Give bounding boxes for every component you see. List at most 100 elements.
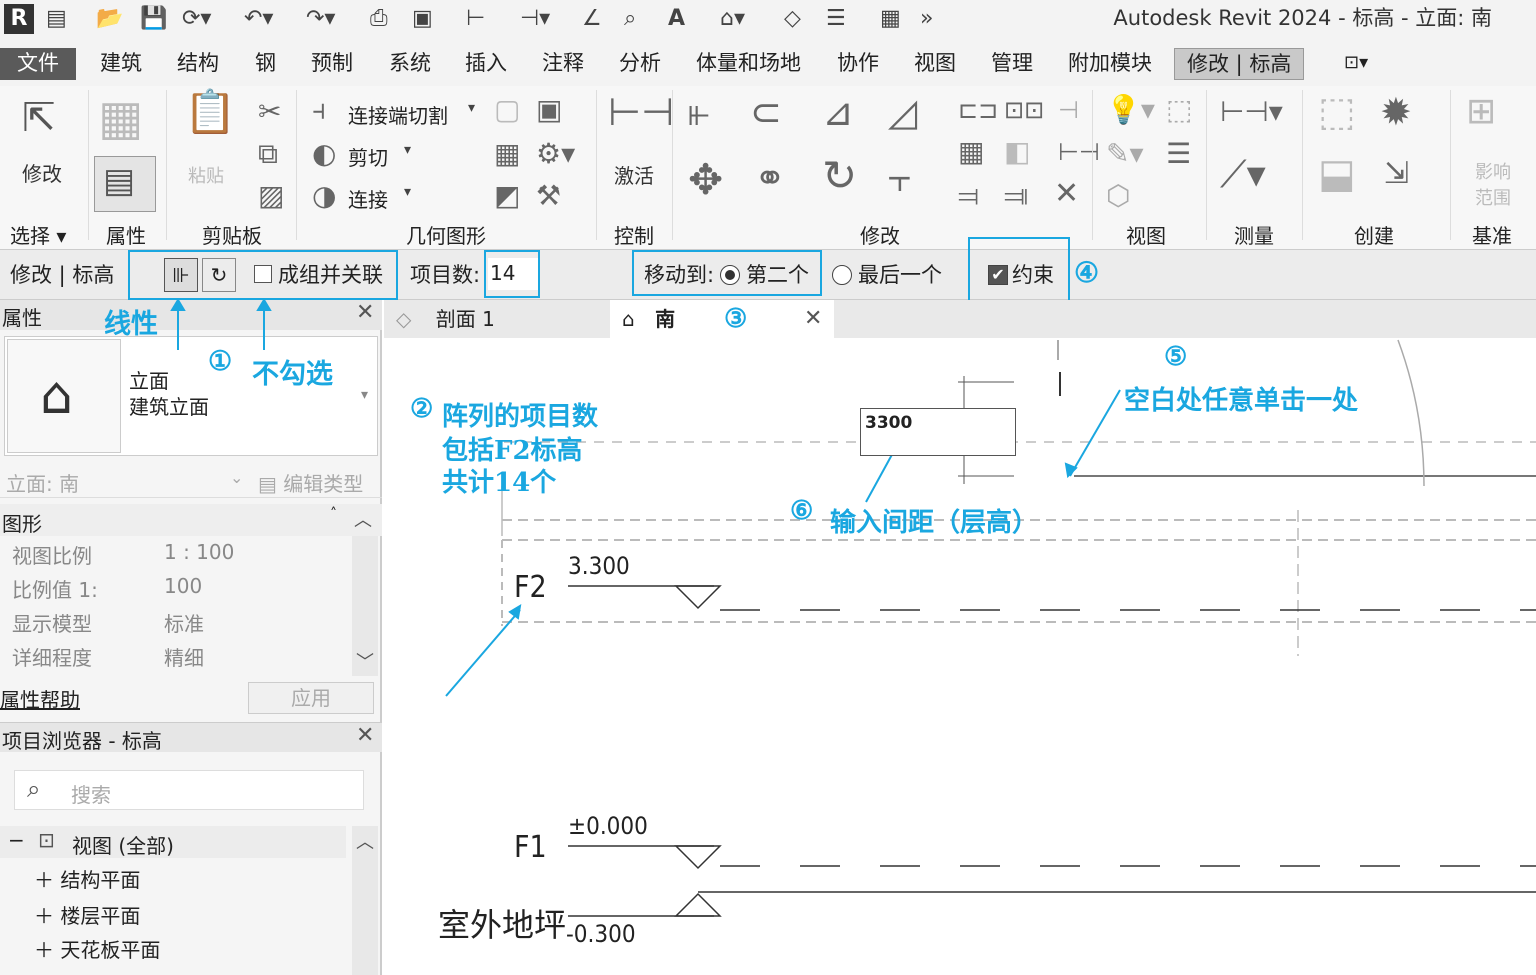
tab-steel[interactable]: 钢 [255,48,276,78]
array-icon[interactable]: ▦ [958,136,984,168]
print-icon[interactable]: ⎙ [370,6,388,32]
tab-analyze[interactable]: 分析 [619,48,661,78]
tab-architecture[interactable]: 建筑 [100,48,142,78]
rotate-icon[interactable]: ↻ [822,155,857,197]
level-name-f1[interactable]: F1 [514,830,547,865]
level-elev-f2[interactable]: 3.300 [568,552,630,580]
dimension-icon[interactable]: ⊣▾ [520,6,550,32]
expand-plus-icon[interactable]: ＋ [34,938,54,962]
apply-button[interactable]: 应用 [248,682,374,714]
redo-icon[interactable]: ↷▾ [306,6,335,32]
scroll-up-icon[interactable]: ︿ [356,828,374,854]
wall-joins-icon[interactable]: ▢ [494,94,520,126]
modify-button[interactable]: 修改 [22,158,62,187]
prop-row-detail-level[interactable]: 详细程度 精细 [0,638,346,672]
collapse-icon[interactable]: ˄ [330,506,337,522]
paste-icon[interactable]: 📋 [184,91,236,133]
level-name-outdoor[interactable]: 室外地坪 [438,900,566,946]
home-icon[interactable]: ▤ [46,6,67,32]
edit-type-button[interactable]: ▤ 编辑类型 [258,468,363,497]
create-group-icon[interactable]: ⇲ [1384,158,1409,190]
chevron-down-icon[interactable]: ▾ [404,142,411,158]
hide-icon[interactable]: 💡▾ [1106,94,1155,126]
expand-plus-icon[interactable]: ＋ [34,868,54,892]
hammer-icon[interactable]: ⚒ [536,180,561,212]
open-icon[interactable]: 📂 [96,6,123,32]
scroll-down-icon[interactable]: ﹀ [356,648,374,674]
type-properties-icon[interactable]: ▦ [98,92,143,144]
unpin-icon[interactable]: ⊢⊣ [1058,136,1100,168]
mirror-pick-icon[interactable]: ⊿ [822,93,854,131]
chevron-down-icon[interactable]: ▾ [404,184,411,200]
activate-button[interactable]: 激活 [614,160,654,189]
trim-multi-icon[interactable]: ⫥ [1004,180,1028,212]
create-parts-icon[interactable]: ⬓ [1318,154,1356,194]
tab-massing-site[interactable]: 体量和场地 [696,48,801,78]
graphics-group-header[interactable]: 图形 ˄ ︿ [0,504,382,536]
level-elev-outdoor[interactable]: -0.300 [566,920,636,948]
ribbon-toggle-icon[interactable]: ⊡▾ [1344,48,1368,78]
spot-icon[interactable]: ∠ [582,6,602,32]
copy-icon[interactable]: ⧉ [258,138,278,170]
align-icon[interactable]: ⫦ [688,93,709,131]
collapse-minus-icon[interactable]: − [8,828,25,852]
cut-geometry-icon[interactable]: ◐ [312,138,336,170]
save-icon[interactable]: 💾 [140,6,167,32]
cut-label[interactable]: 剪切 [348,142,388,171]
expand-plus-icon[interactable]: ＋ [34,904,54,928]
prop-row-display-model[interactable]: 显示模型 标准 [0,604,346,638]
join-geometry-icon[interactable]: ◑ [312,180,336,212]
tree-item-floor-plans[interactable]: ＋ 楼层平面 [34,900,140,929]
thin-lines-icon[interactable]: ☰ [826,6,846,32]
chevron-down-icon[interactable]: ⌄ [230,468,243,487]
section-icon[interactable]: ◇ [784,6,801,32]
split-gap-icon[interactable]: ⊡⊡ [1004,94,1044,126]
join-end-cut-icon[interactable]: ⫞ [312,94,326,126]
chevron-down-icon[interactable]: ▾ [361,387,368,403]
pin-icon[interactable]: ⊣ [1058,94,1079,126]
match-properties-icon[interactable]: ▨ [258,180,284,212]
level-elev-f1[interactable]: ±0.000 [568,812,648,840]
copy-elements-icon[interactable]: ⚭ [754,159,786,197]
create-similar-icon[interactable]: ✹ [1380,93,1412,131]
tab-insert[interactable]: 插入 [465,48,507,78]
panel-select[interactable]: 选择 ▾ [10,220,66,249]
tab-view[interactable]: 视图 [914,48,956,78]
cursor-icon[interactable]: ⇱ [22,96,56,140]
browser-search-input[interactable]: ⌕ 搜索 [14,770,364,810]
tab-modify-levels[interactable]: 修改 | 标高 [1174,48,1305,80]
properties-button[interactable]: ▤ [94,156,156,212]
selection-box-icon[interactable]: ⬡ [1106,180,1130,212]
tree-root-views[interactable]: − ⊡ 视图 (全部) [0,826,346,858]
move-to-last-radio[interactable] [832,265,852,285]
default-3d-icon[interactable]: ⌂▾ [720,6,745,32]
lines-icon[interactable]: ☰ [1166,138,1191,170]
remove-paint-icon[interactable]: ◩ [494,180,520,212]
join-label[interactable]: 连接 [348,184,388,213]
measure-icon[interactable]: ⊢ [466,6,485,32]
undo-icon[interactable]: ↶▾ [244,6,273,32]
move-icon[interactable]: ✥ [688,159,723,201]
mirror-draw-icon[interactable]: ◿ [888,93,917,131]
close-icon[interactable]: ✕ [356,723,374,748]
influence-button[interactable]: 影响 范围 [1470,160,1516,212]
cut-join-label[interactable]: 连接端切割 [348,100,448,129]
scope-box-icon[interactable]: ⊞ [1466,94,1496,130]
cut-scissors-icon[interactable]: ✂ [258,96,281,128]
tab-systems[interactable]: 系统 [389,48,431,78]
scale-icon[interactable]: ◧ [1004,136,1030,168]
tab-precast[interactable]: 预制 [311,48,353,78]
prop-row-scale-value[interactable]: 比例值 1: 100 [0,570,346,604]
level-name-f2[interactable]: F2 [514,570,547,605]
properties-help-link[interactable]: 属性帮助 [0,684,80,713]
chevron-down-icon[interactable]: ▾ [468,100,475,116]
revit-logo[interactable]: R [4,4,34,34]
temp-dimension-input[interactable]: 3300 [860,408,1016,456]
tab-structure[interactable]: 结构 [177,48,219,78]
switch-windows-icon[interactable]: ▦ [880,6,901,32]
activate-icon[interactable]: ⊢⊣ [608,93,674,131]
drawing-area[interactable]: ◇ 剖面 1 ⌂ 南 ✕ 3300 F2 3.300 F1 ±0.000 室外地… [384,300,1536,975]
paint-icon[interactable]: ▦ [494,138,520,170]
more-icon[interactable]: » [920,6,933,32]
delete-icon[interactable]: ✕ [1054,178,1079,210]
